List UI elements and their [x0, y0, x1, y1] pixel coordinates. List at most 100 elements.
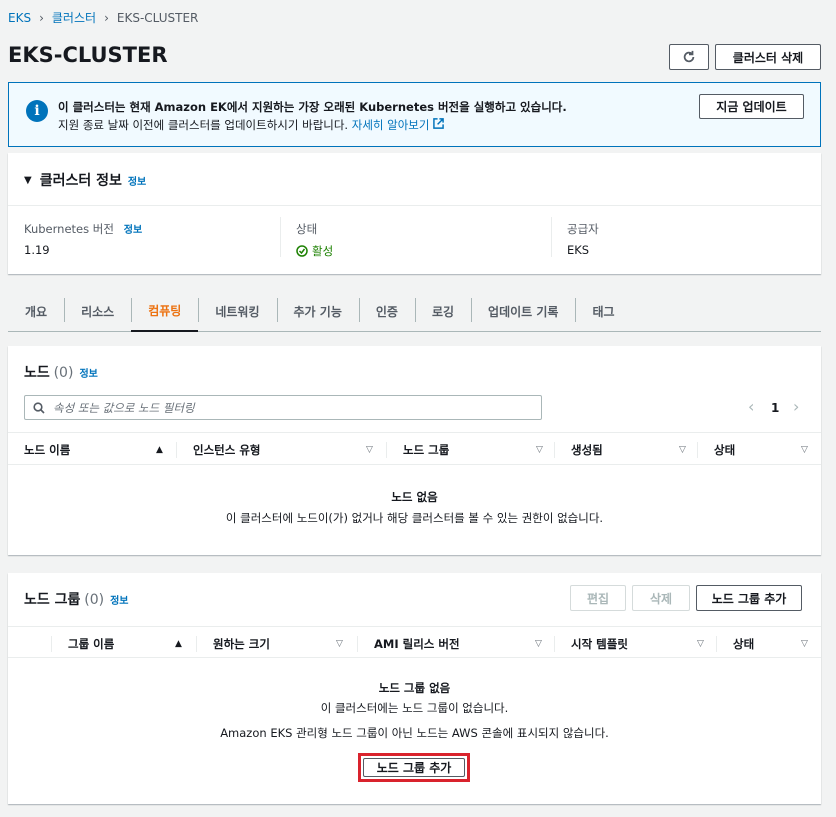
node-search-input[interactable]: 속성 또는 값으로 노드 필터링 — [24, 395, 542, 420]
tab-addons[interactable]: 추가 기능 — [276, 292, 359, 332]
alert-title: 이 클러스터는 현재 Amazon EK에서 지원하는 가장 오래된 Kuber… — [58, 100, 567, 114]
col-label: 노드 이름 — [24, 442, 71, 457]
status-value: 활성 — [312, 244, 334, 258]
col-label: 인스턴스 유형 — [193, 442, 261, 457]
status-field: 상태 활성 — [296, 221, 333, 259]
delete-node-group-button[interactable]: 삭제 — [632, 585, 690, 611]
highlight-box: 노드 그룹 추가 — [358, 753, 470, 782]
col-ami-release[interactable]: AMI 릴리스 버전 ▽ — [357, 627, 554, 660]
cluster-info-header[interactable]: ▼ 클러스터 정보 정보 — [24, 170, 146, 190]
nodes-empty-body: 이 클러스터에 노드이(가) 없거나 해당 클러스터를 볼 수 있는 권한이 없… — [225, 511, 604, 525]
node-groups-info-link[interactable]: 정보 — [110, 592, 128, 607]
nodes-table-header: 노드 이름 ▲ 인스턴스 유형 ▽ 노드 그룹 ▽ 생성됨 ▽ 상태 ▽ — [8, 432, 821, 465]
sort-icon: ▽ — [801, 444, 808, 455]
version-alert: i 이 클러스터는 현재 Amazon EK에서 지원하는 가장 오래된 Kub… — [8, 82, 821, 147]
col-node-group[interactable]: 노드 그룹 ▽ — [386, 433, 554, 466]
current-page[interactable]: 1 — [771, 401, 779, 415]
breadcrumb-eks[interactable]: EKS — [8, 11, 31, 25]
empty-add-node-group-button[interactable]: 노드 그룹 추가 — [363, 758, 465, 777]
node-search-placeholder: 속성 또는 값으로 노드 필터링 — [53, 400, 195, 415]
node-groups-panel: 노드 그룹 (0) 정보 편집 삭제 노드 그룹 추가 그룹 이름 ▲ 원하는 크… — [8, 573, 821, 804]
node-groups-count: (0) — [84, 592, 105, 608]
nodes-header: 노드 (0) 정보 — [24, 362, 98, 382]
provider-field: 공급자 EKS — [567, 221, 599, 257]
col-label: 상태 — [714, 442, 736, 457]
edit-button[interactable]: 편집 — [570, 585, 626, 611]
status-badge: 활성 — [296, 243, 333, 259]
node-groups-empty-title: 노드 그룹 없음 — [378, 681, 451, 695]
col-label: 생성됨 — [571, 442, 603, 457]
caret-down-icon: ▼ — [24, 174, 32, 186]
col-status[interactable]: 상태 ▽ — [716, 627, 821, 660]
alert-body-text: 지원 종료 날짜 이전에 클러스터를 업데이트하시기 바랍니다. — [58, 118, 349, 132]
search-icon — [33, 401, 45, 414]
node-groups-title: 노드 그룹 — [24, 592, 81, 608]
k8s-info-link[interactable]: 정보 — [124, 225, 142, 236]
k8s-version-value: 1.19 — [24, 243, 50, 257]
divider — [551, 217, 552, 257]
col-desired-size[interactable]: 원하는 크기 ▽ — [196, 627, 357, 660]
learn-more-link[interactable]: 자세히 알아보기 — [352, 118, 444, 132]
refresh-icon — [683, 50, 695, 63]
node-groups-header: 노드 그룹 (0) 정보 — [24, 589, 128, 609]
col-launch-template[interactable]: 시작 템플릿 ▽ — [554, 627, 716, 660]
tab-auth[interactable]: 인증 — [358, 292, 415, 332]
tab-overview[interactable]: 개요 — [8, 292, 64, 332]
chevron-right-icon: › — [39, 10, 44, 25]
prev-page-icon[interactable]: ‹ — [748, 397, 754, 416]
col-group-name[interactable]: 그룹 이름 ▲ — [51, 627, 196, 660]
tab-compute[interactable]: 컴퓨팅 — [131, 292, 199, 332]
tab-update-history[interactable]: 업데이트 기록 — [471, 292, 575, 332]
info-icon: i — [26, 100, 48, 122]
sort-icon: ▽ — [801, 638, 808, 649]
provider-value: EKS — [567, 243, 590, 257]
add-node-group-button[interactable]: 노드 그룹 추가 — [696, 585, 802, 611]
col-label: 원하는 크기 — [213, 636, 270, 651]
nodes-empty-title: 노드 없음 — [391, 490, 438, 504]
sort-icon: ▽ — [366, 444, 373, 455]
next-page-icon[interactable]: › — [793, 397, 799, 416]
update-now-button[interactable]: 지금 업데이트 — [699, 94, 804, 119]
col-label: 상태 — [733, 636, 755, 651]
col-label: AMI 릴리스 버전 — [374, 636, 460, 651]
refresh-button[interactable] — [669, 44, 709, 70]
cluster-info-info-link[interactable]: 정보 — [128, 173, 146, 188]
chevron-right-icon: › — [104, 10, 109, 25]
nodes-count: (0) — [53, 365, 74, 381]
node-groups-table-header: 그룹 이름 ▲ 원하는 크기 ▽ AMI 릴리스 버전 ▽ 시작 템플릿 ▽ 상태 ▽ — [8, 626, 821, 658]
sort-icon: ▽ — [535, 638, 542, 649]
tab-resources[interactable]: 리소스 — [64, 292, 131, 332]
col-status[interactable]: 상태 ▽ — [697, 433, 821, 466]
nodes-info-link[interactable]: 정보 — [79, 365, 97, 380]
sort-asc-icon: ▲ — [175, 638, 182, 649]
delete-cluster-button[interactable]: 클러스터 삭제 — [715, 44, 821, 70]
breadcrumb-clusters[interactable]: 클러스터 — [52, 9, 96, 26]
cluster-info-title: 클러스터 정보 — [39, 173, 122, 189]
col-created[interactable]: 생성됨 ▽ — [554, 433, 697, 466]
k8s-version-label: Kubernetes 버전 — [24, 222, 114, 236]
external-link-icon — [433, 118, 444, 129]
provider-label: 공급자 — [567, 222, 599, 236]
tab-networking[interactable]: 네트워킹 — [198, 292, 276, 332]
tab-tags[interactable]: 태그 — [575, 292, 631, 332]
check-circle-icon — [296, 245, 308, 257]
node-groups-empty-note: Amazon EKS 관리형 노드 그룹이 아닌 노드는 AWS 콘솔에 표시되… — [220, 726, 609, 740]
breadcrumb: EKS › 클러스터 › EKS-CLUSTER — [8, 9, 198, 26]
page-title: EKS-CLUSTER — [8, 43, 168, 67]
sort-icon: ▽ — [697, 638, 704, 649]
col-label: 그룹 이름 — [68, 636, 115, 651]
sort-icon: ▽ — [336, 638, 343, 649]
tab-logging[interactable]: 로깅 — [414, 292, 471, 332]
col-node-name[interactable]: 노드 이름 ▲ — [24, 433, 174, 466]
col-label: 노드 그룹 — [403, 442, 450, 457]
divider — [280, 217, 281, 257]
nodes-panel: 노드 (0) 정보 속성 또는 값으로 노드 필터링 ‹ 1 › 노드 이름 ▲ … — [8, 346, 821, 555]
alert-body: 지원 종료 날짜 이전에 클러스터를 업데이트하시기 바랍니다. 자세히 알아보… — [58, 117, 444, 133]
sort-asc-icon: ▲ — [156, 444, 163, 455]
sort-icon: ▽ — [679, 444, 686, 455]
sort-icon: ▽ — [536, 444, 543, 455]
col-instance-type[interactable]: 인스턴스 유형 ▽ — [176, 433, 386, 466]
col-label: 시작 템플릿 — [571, 636, 628, 651]
nodes-title: 노드 — [24, 365, 50, 381]
learn-more-label: 자세히 알아보기 — [351, 118, 430, 132]
